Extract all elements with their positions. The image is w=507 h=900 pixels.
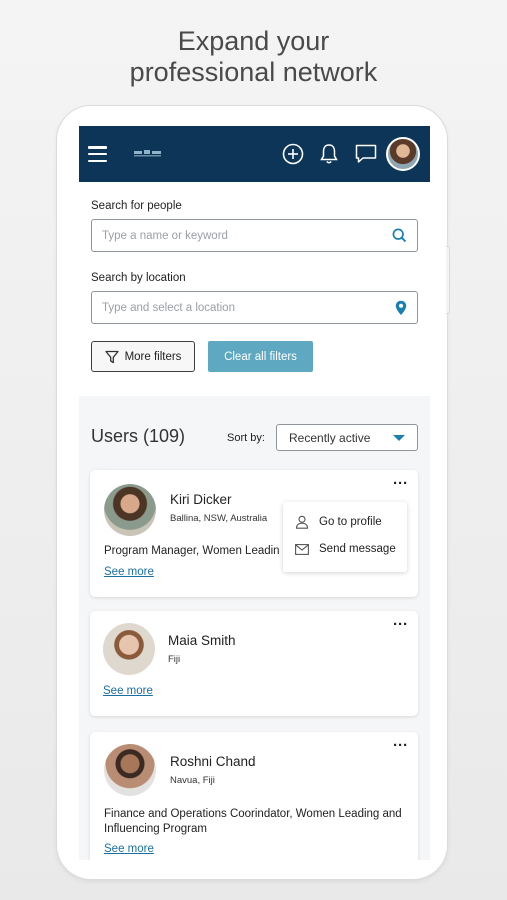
headline: Expand your professional network — [0, 26, 507, 88]
sort-by-label: Sort by: — [227, 432, 265, 444]
phone-side-button — [446, 246, 450, 314]
user-location: Fiji — [168, 654, 181, 665]
menu-icon[interactable] — [88, 146, 107, 163]
person-icon — [295, 515, 309, 529]
search-people-label: Search for people — [91, 200, 182, 212]
send-message-label: Send message — [319, 543, 396, 555]
clear-all-filters-button[interactable]: Clear all filters — [208, 341, 313, 372]
envelope-icon — [295, 543, 309, 555]
filter-buttons: More filters Clear all filters — [91, 341, 418, 372]
user-name[interactable]: Kiri Dicker — [170, 492, 232, 507]
user-location: Ballina, NSW, Australia — [170, 513, 268, 524]
user-avatar[interactable] — [386, 137, 420, 171]
user-card[interactable]: ··· Maia Smith Fiji See more — [90, 611, 418, 716]
more-options-icon[interactable]: ··· — [393, 738, 408, 753]
menu-item-go-to-profile[interactable]: Go to profile — [295, 515, 382, 529]
sort-select[interactable]: Recently active — [276, 424, 418, 451]
search-people-placeholder: Type a name or keyword — [102, 229, 228, 242]
chevron-down-icon — [393, 434, 405, 441]
avatar[interactable] — [104, 744, 156, 796]
search-icon[interactable] — [392, 228, 407, 243]
location-pin-icon — [395, 300, 407, 315]
user-name[interactable]: Roshni Chand — [170, 754, 256, 769]
avatar[interactable] — [103, 623, 155, 675]
see-more-link[interactable]: See more — [104, 843, 154, 855]
search-people-input[interactable]: Type a name or keyword — [91, 219, 418, 252]
plus-circle-icon[interactable] — [280, 141, 306, 167]
avatar[interactable] — [104, 484, 156, 536]
top-navigation-bar — [79, 126, 430, 182]
more-filters-label: More filters — [124, 350, 182, 363]
app-screen: Search for people Type a name or keyword… — [79, 126, 430, 860]
headline-line-1: Expand your — [177, 26, 330, 56]
search-panel: Search for people Type a name or keyword… — [79, 182, 430, 396]
go-to-profile-label: Go to profile — [319, 516, 382, 528]
search-location-label: Search by location — [91, 272, 186, 284]
headline-line-2: professional network — [129, 57, 378, 87]
filter-icon — [104, 350, 119, 363]
more-options-icon[interactable]: ··· — [393, 617, 408, 632]
see-more-link[interactable]: See more — [104, 566, 154, 578]
sort-selected-value: Recently active — [289, 430, 371, 445]
user-card[interactable]: ··· Roshni Chand Navua, Fiji Finance and… — [90, 732, 418, 860]
results-header: Users (109) Sort by: Recently active — [79, 396, 430, 472]
more-options-icon[interactable]: ··· — [393, 476, 408, 491]
user-location: Navua, Fiji — [170, 775, 215, 786]
user-role: Finance and Operations Coorindator, Wome… — [104, 808, 402, 835]
see-more-link[interactable]: See more — [103, 685, 153, 697]
app-logo — [134, 150, 161, 157]
search-location-input[interactable]: Type and select a location — [91, 291, 418, 324]
user-actions-menu: Go to profile Send message — [283, 502, 407, 572]
user-name[interactable]: Maia Smith — [168, 633, 236, 648]
search-location-placeholder: Type and select a location — [102, 301, 235, 314]
users-count: Users (109) — [91, 426, 186, 446]
menu-item-send-message[interactable]: Send message — [295, 543, 396, 555]
more-filters-button[interactable]: More filters — [91, 341, 195, 372]
chat-icon[interactable] — [353, 141, 379, 167]
bell-icon[interactable] — [316, 141, 342, 167]
